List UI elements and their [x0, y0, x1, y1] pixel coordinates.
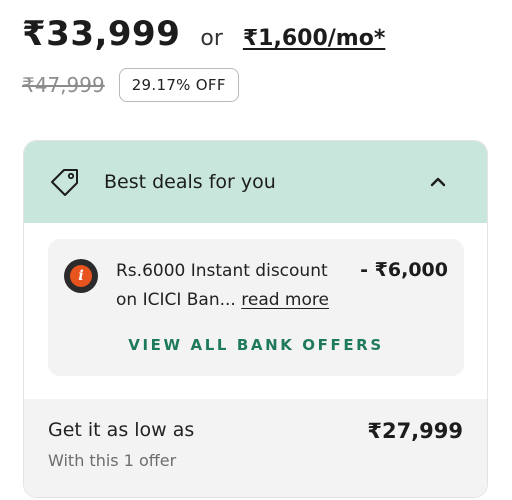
deals-header[interactable]: Best deals for you	[24, 141, 487, 223]
or-text: or	[200, 26, 223, 51]
best-deals-card: Best deals for you i Rs.6000 Instant dis…	[23, 140, 488, 498]
lowest-price-section: Get it as low as With this 1 offer ₹27,9…	[24, 399, 487, 497]
mrp-price: ₹47,999	[22, 73, 105, 97]
lowest-price-value: ₹27,999	[367, 419, 463, 443]
view-all-bank-offers-button[interactable]: VIEW ALL BANK OFFERS	[48, 336, 464, 354]
read-more-link[interactable]: read more	[241, 290, 329, 310]
offer-amount: - ₹6,000	[360, 259, 448, 281]
bank-offer-box: i Rs.6000 Instant discount on ICICI Ban.…	[48, 239, 464, 376]
emi-link[interactable]: ₹1,600/mo*	[243, 26, 385, 51]
selling-price: ₹33,999	[22, 14, 181, 54]
lowest-price-subtext: With this 1 offer	[48, 451, 177, 470]
deals-title: Best deals for you	[104, 171, 276, 193]
price-row: ₹33,999 or ₹1,600/mo*	[22, 14, 385, 54]
icici-logo-icon: i	[64, 259, 98, 293]
discount-badge: 29.17% OFF	[118, 68, 239, 102]
tag-icon	[48, 165, 82, 199]
mrp-row: ₹47,999 29.17% OFF	[22, 68, 239, 102]
chevron-up-icon[interactable]	[427, 171, 449, 193]
offer-description: Rs.6000 Instant discount on ICICI Ban...…	[116, 257, 346, 315]
